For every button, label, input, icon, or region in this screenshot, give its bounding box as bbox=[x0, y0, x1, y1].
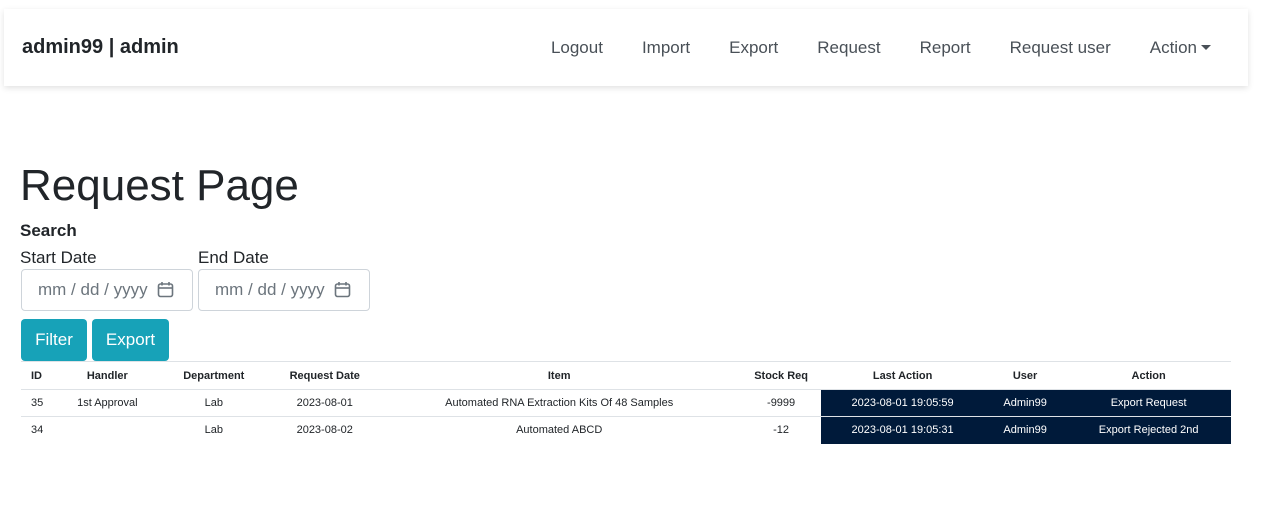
cell-handler: 1st Approval bbox=[59, 389, 156, 417]
cell-handler bbox=[59, 416, 156, 444]
nav-action-label: Action bbox=[1149, 38, 1197, 57]
filter-button[interactable]: Filter bbox=[21, 319, 87, 361]
header-department: Department bbox=[155, 361, 273, 390]
nav-action-dropdown[interactable]: Action bbox=[1150, 37, 1211, 59]
brand-title[interactable]: admin99 | admin bbox=[22, 36, 179, 59]
cell-last-action: 2023-08-01 19:05:31 bbox=[821, 416, 984, 444]
calendar-icon[interactable] bbox=[334, 281, 351, 298]
cell-last-action: 2023-08-01 19:05:59 bbox=[821, 389, 984, 417]
nav-links: Logout Import Export Request Report Requ… bbox=[551, 37, 1211, 59]
nav-export[interactable]: Export bbox=[729, 37, 778, 59]
caret-down-icon bbox=[1201, 45, 1211, 50]
cell-request-date: 2023-08-02 bbox=[272, 416, 378, 444]
top-navbar: admin99 | admin Logout Import Export Req… bbox=[4, 9, 1248, 86]
start-date-input[interactable]: mm / dd / yyyy bbox=[21, 269, 193, 311]
header-handler: Handler bbox=[59, 361, 156, 390]
end-date-input[interactable]: mm / dd / yyyy bbox=[198, 269, 370, 311]
search-heading: Search bbox=[20, 221, 77, 240]
requests-table: ID Handler Department Request Date Item … bbox=[21, 361, 1231, 444]
end-date-label: End Date bbox=[198, 248, 269, 267]
cell-department: Lab bbox=[155, 389, 273, 417]
cell-item: Automated ABCD bbox=[377, 416, 741, 444]
table-row[interactable]: 35 1st Approval Lab 2023-08-01 Automated… bbox=[21, 389, 1231, 417]
end-date-placeholder: mm / dd / yyyy bbox=[215, 280, 325, 299]
header-id: ID bbox=[21, 361, 60, 390]
header-item: Item bbox=[377, 361, 741, 390]
calendar-icon[interactable] bbox=[157, 281, 174, 298]
header-user: User bbox=[983, 361, 1067, 390]
cell-user: Admin99 bbox=[983, 416, 1067, 444]
table-header-row: ID Handler Department Request Date Item … bbox=[21, 361, 1231, 390]
header-request-date: Request Date bbox=[272, 361, 378, 390]
nav-request[interactable]: Request bbox=[817, 37, 880, 59]
start-date-label: Start Date bbox=[20, 248, 97, 267]
cell-stock-req: -9999 bbox=[740, 389, 822, 417]
nav-report[interactable]: Report bbox=[920, 37, 971, 59]
header-stock-req: Stock Req bbox=[740, 361, 822, 390]
start-date-placeholder: mm / dd / yyyy bbox=[38, 280, 148, 299]
cell-action: Export Request bbox=[1066, 389, 1231, 417]
cell-stock-req: -12 bbox=[740, 416, 822, 444]
cell-request-date: 2023-08-01 bbox=[272, 389, 378, 417]
cell-action: Export Rejected 2nd bbox=[1066, 416, 1231, 444]
nav-request-user[interactable]: Request user bbox=[1010, 37, 1111, 59]
page-title: Request Page bbox=[20, 161, 299, 210]
export-button[interactable]: Export bbox=[92, 319, 169, 361]
cell-item: Automated RNA Extraction Kits Of 48 Samp… bbox=[377, 389, 741, 417]
cell-user: Admin99 bbox=[983, 389, 1067, 417]
header-last-action: Last Action bbox=[821, 361, 984, 390]
cell-id: 35 bbox=[21, 389, 60, 417]
nav-import[interactable]: Import bbox=[642, 37, 690, 59]
nav-logout[interactable]: Logout bbox=[551, 37, 603, 59]
table-row[interactable]: 34 Lab 2023-08-02 Automated ABCD -12 202… bbox=[21, 416, 1231, 444]
header-action: Action bbox=[1066, 361, 1231, 390]
cell-id: 34 bbox=[21, 416, 60, 444]
cell-department: Lab bbox=[155, 416, 273, 444]
